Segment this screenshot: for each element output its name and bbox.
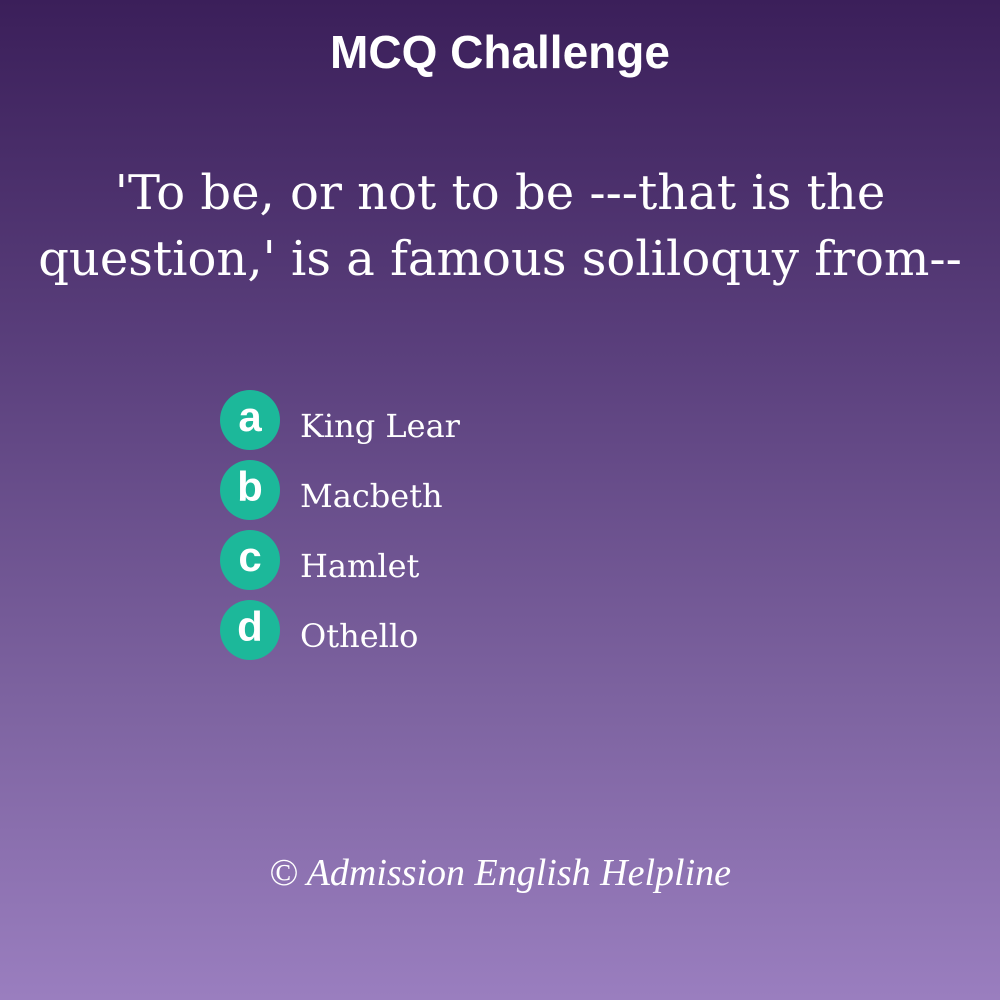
option-b-badge: b [220,460,280,520]
option-b-label: Macbeth [300,477,443,515]
option-a-label: King Lear [300,407,460,445]
question-line-1: 'To be, or not to be ---that is the [114,165,886,221]
option-a-badge: a [220,390,280,450]
question-line-2: question,' is a famous soliloquy from-- [38,231,962,287]
page-title: MCQ Challenge [330,26,670,78]
option-c-badge: c [220,530,280,590]
copyright-credit: © Admission English Helpline [269,852,731,894]
option-d-badge: d [220,600,280,660]
option-c-label: Hamlet [300,547,420,585]
question-text: 'To be, or not to be ---that is the ques… [0,160,1000,292]
option-d-label: Othello [300,617,419,655]
